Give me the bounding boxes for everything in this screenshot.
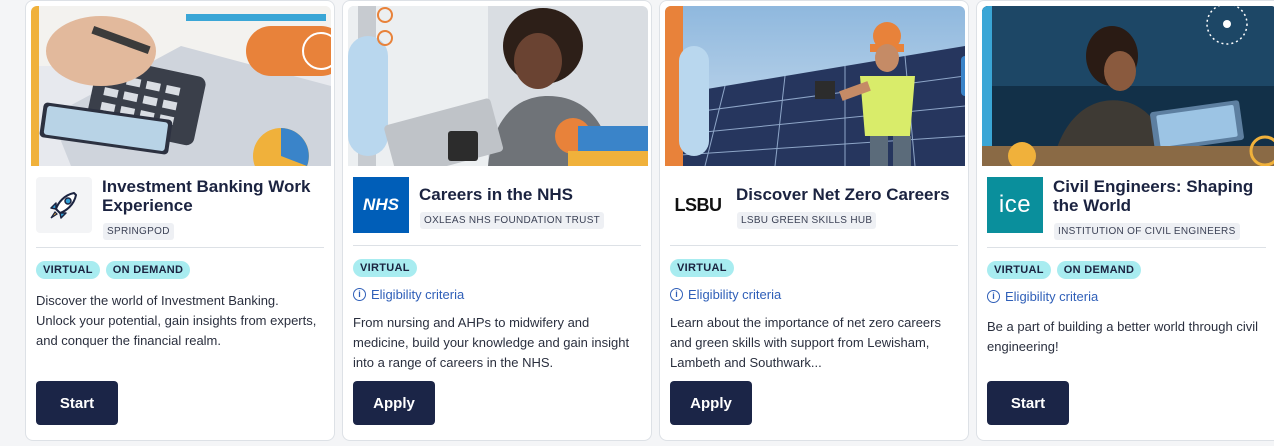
apply-button[interactable]: Apply (353, 381, 435, 425)
nhs-logo-text: NHS (363, 195, 399, 214)
card-organisation: INSTITUTION OF CIVIL ENGINEERS (1054, 223, 1240, 240)
tag-virtual: VIRTUAL (987, 261, 1051, 279)
eligibility-label: Eligibility criteria (371, 287, 465, 302)
tag-virtual: VIRTUAL (670, 259, 734, 277)
card-image (982, 6, 1274, 166)
start-button[interactable]: Start (36, 381, 118, 425)
card-divider (353, 245, 641, 246)
tag-virtual: VIRTUAL (36, 261, 100, 279)
info-icon: i (987, 290, 1000, 303)
card-description: Learn about the importance of net zero c… (670, 315, 941, 370)
programme-card-investment-banking[interactable]: Investment Banking Work Experience SPRIN… (25, 0, 335, 441)
card-image (348, 6, 648, 166)
card-organisation: SPRINGPOD (103, 223, 174, 240)
card-description: Be a part of building a better world thr… (987, 319, 1258, 354)
springpod-logo (36, 177, 92, 233)
programme-card-nhs[interactable]: NHS Careers in the NHS OXLEAS NHS FOUNDA… (342, 0, 652, 441)
card-image (665, 6, 965, 166)
eligibility-label: Eligibility criteria (688, 287, 782, 302)
card-divider (670, 245, 958, 246)
card-organisation: LSBU GREEN SKILLS HUB (737, 212, 877, 229)
ice-logo-text: ice (998, 191, 1032, 218)
eligibility-link[interactable]: i Eligibility criteria (670, 287, 781, 302)
card-organisation: OXLEAS NHS FOUNDATION TRUST (420, 212, 605, 229)
ice-logo: ice (987, 177, 1043, 233)
card-title[interactable]: Discover Net Zero Careers (736, 185, 958, 204)
programme-card-civil-engineers[interactable]: ice Civil Engineers: Shaping the World I… (976, 0, 1274, 441)
start-button[interactable]: Start (987, 381, 1069, 425)
card-tags: VIRTUAL ON DEMAND (36, 261, 191, 279)
card-description: Discover the world of Investment Banking… (36, 293, 317, 348)
card-tags: VIRTUAL ON DEMAND (987, 261, 1142, 279)
card-title[interactable]: Investment Banking Work Experience (102, 177, 324, 215)
apply-button[interactable]: Apply (670, 381, 752, 425)
card-divider (987, 247, 1266, 248)
lsbu-logo: LSBU (670, 177, 726, 233)
eligibility-link[interactable]: i Eligibility criteria (353, 287, 464, 302)
card-tags: VIRTUAL (353, 259, 417, 277)
eligibility-label: Eligibility criteria (1005, 289, 1099, 304)
eligibility-link[interactable]: i Eligibility criteria (987, 289, 1098, 304)
card-divider (36, 247, 324, 248)
card-title[interactable]: Careers in the NHS (419, 185, 641, 204)
nhs-logo: NHS (353, 177, 409, 233)
card-tags: VIRTUAL (670, 259, 734, 277)
info-icon: i (353, 288, 366, 301)
tag-on-demand: ON DEMAND (1056, 261, 1142, 279)
card-description: From nursing and AHPs to midwifery and m… (353, 315, 630, 370)
info-icon: i (670, 288, 683, 301)
tag-on-demand: ON DEMAND (105, 261, 191, 279)
lsbu-logo-text: LSBU (674, 194, 723, 215)
programme-card-row: Investment Banking Work Experience SPRIN… (0, 0, 1274, 446)
card-image (31, 6, 331, 166)
tag-virtual: VIRTUAL (353, 259, 417, 277)
programme-card-net-zero[interactable]: LSBU Discover Net Zero Careers LSBU GREE… (659, 0, 969, 441)
card-title[interactable]: Civil Engineers: Shaping the World (1053, 177, 1266, 215)
rocket-icon (50, 192, 77, 219)
